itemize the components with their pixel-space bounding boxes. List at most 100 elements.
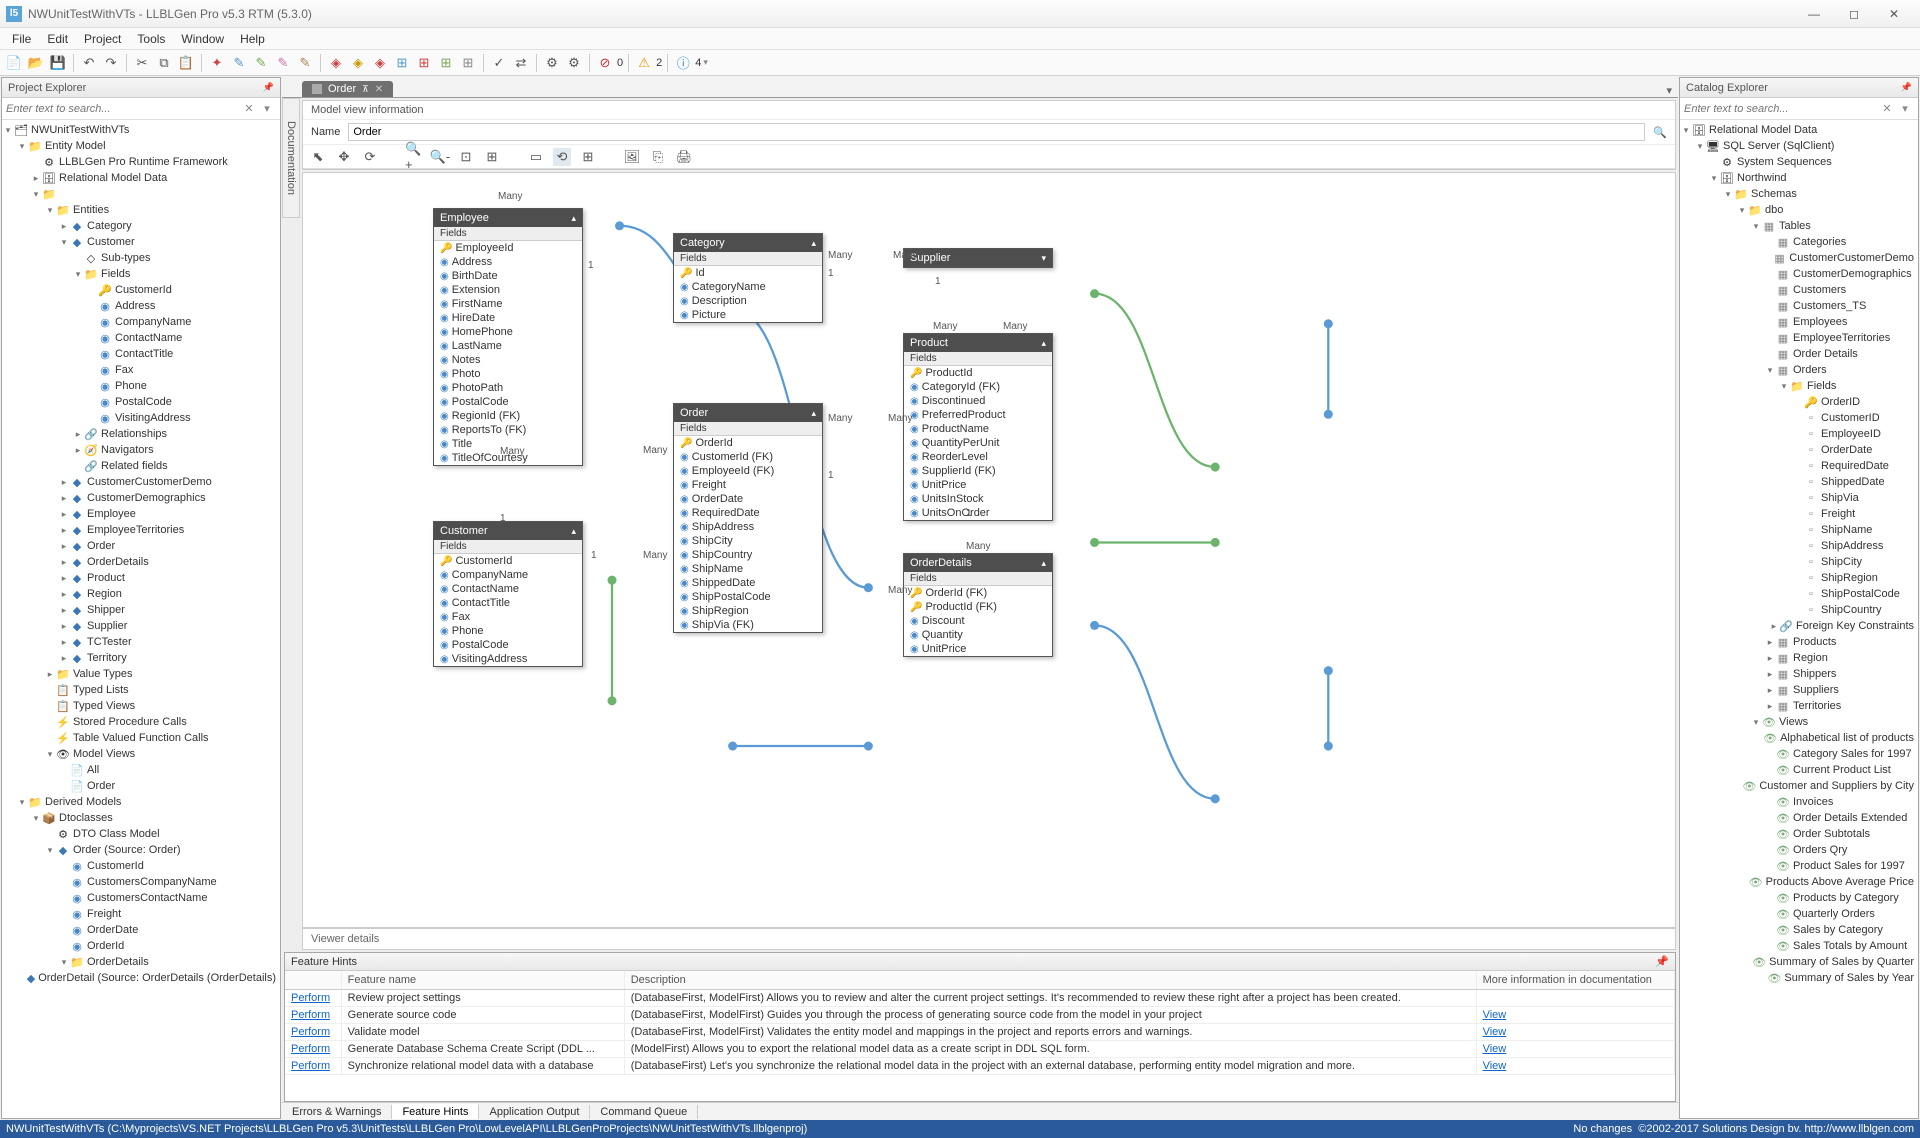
tree-item[interactable]: ▸◆OrderDetails — [2, 554, 280, 570]
panel-pin-icon[interactable]: 📌 — [263, 82, 274, 93]
tree-item[interactable]: ▾📁OrderDetails — [2, 954, 280, 970]
edit-icon[interactable]: ✎ — [229, 53, 249, 73]
maximize-button[interactable]: ◻ — [1834, 4, 1874, 24]
tree-item[interactable]: ▾🗄Northwind — [1680, 170, 1918, 186]
tree-item[interactable]: ▫ShippedDate — [1680, 474, 1918, 490]
menu-window[interactable]: Window — [173, 30, 232, 48]
tree-item[interactable]: ▫ShipCountry — [1680, 602, 1918, 618]
print-icon[interactable]: 🖨 — [675, 148, 693, 166]
tree-item[interactable]: ◉ContactName — [2, 330, 280, 346]
tree-item[interactable]: ▸◆CustomerCustomerDemo — [2, 474, 280, 490]
tree-item[interactable]: ▫ShipName — [1680, 522, 1918, 538]
zoomin-icon[interactable]: 🔍+ — [405, 148, 423, 166]
tree-item[interactable]: 👁Products Above Average Price — [1680, 874, 1918, 890]
tab-order[interactable]: Order⊼✕ — [302, 81, 393, 97]
tree-item[interactable]: ▸🗄Relational Model Data — [2, 170, 280, 186]
tree-item[interactable]: ▫RequiredDate — [1680, 458, 1918, 474]
tree-item[interactable]: ▾📁Fields — [1680, 378, 1918, 394]
tree-item[interactable]: ▾📁Entity Model — [2, 138, 280, 154]
tree-item[interactable]: 👁Products by Category — [1680, 890, 1918, 906]
entity-orderdetails[interactable]: OrderDetails▴Fields🔑OrderId (FK)🔑Product… — [903, 553, 1053, 657]
tree-item[interactable]: ▦Employees — [1680, 314, 1918, 330]
project-search-input[interactable] — [6, 103, 240, 115]
gear2-icon[interactable]: ⚙ — [564, 53, 584, 73]
tree-item[interactable]: ▸◆Region — [2, 586, 280, 602]
tree-item[interactable]: ▸🔗Foreign Key Constraints — [1680, 618, 1918, 634]
tree-item[interactable]: ▾📁Schemas — [1680, 186, 1918, 202]
tree-item[interactable]: ⚡Table Valued Function Calls — [2, 730, 280, 746]
tree-item[interactable]: 👁Customer and Suppliers by City — [1680, 778, 1918, 794]
bottom-tab[interactable]: Command Queue — [590, 1105, 698, 1119]
close-button[interactable]: ✕ — [1874, 4, 1914, 24]
tree-item[interactable]: 👁Invoices — [1680, 794, 1918, 810]
entity-customer[interactable]: Customer▴Fields🔑CustomerId◉CompanyName◉C… — [433, 521, 583, 667]
tree-item[interactable]: ▸▦Shippers — [1680, 666, 1918, 682]
panel-pin3-icon[interactable]: 📌 — [1901, 82, 1912, 93]
tree-item[interactable]: 👁Sales by Category — [1680, 922, 1918, 938]
link[interactable]: View — [1476, 1024, 1674, 1041]
collapse-icon[interactable]: ▴ — [571, 213, 576, 224]
menu-project[interactable]: Project — [76, 30, 129, 48]
tree-item[interactable]: ▫ShipCity — [1680, 554, 1918, 570]
tree-item[interactable]: ▸◆EmployeeTerritories — [2, 522, 280, 538]
tree-item[interactable]: ⚙System Sequences — [1680, 154, 1918, 170]
grid2-icon[interactable]: ⊞ — [414, 53, 434, 73]
tree-item[interactable]: ▸◆CustomerDemographics — [2, 490, 280, 506]
tree-item[interactable]: ▦Customers_TS — [1680, 298, 1918, 314]
tree-item[interactable]: ▫Freight — [1680, 506, 1918, 522]
tree-item[interactable]: ▸◆Category — [2, 218, 280, 234]
tree-item[interactable]: ◉CustomersCompanyName — [2, 874, 280, 890]
save-icon[interactable]: 💾 — [48, 53, 68, 73]
tree-item[interactable]: ◆OrderDetail (Source: OrderDetails (Orde… — [2, 970, 280, 986]
collapse-icon[interactable]: ▴ — [811, 408, 816, 419]
copy-icon[interactable]: ⧉ — [154, 53, 174, 73]
undo-icon[interactable]: ↶ — [79, 53, 99, 73]
tree-item[interactable]: ▾▦Tables — [1680, 218, 1918, 234]
panel-pin2-icon[interactable]: 📌 — [1655, 955, 1669, 968]
tree-item[interactable]: ▦EmployeeTerritories — [1680, 330, 1918, 346]
tree-item[interactable]: 🔑CustomerId — [2, 282, 280, 298]
tree-item[interactable]: ▦CustomerCustomerDemo — [1680, 250, 1918, 266]
catalog-tree[interactable]: ▾🗄Relational Model Data▾🖥SQL Server (Sql… — [1680, 120, 1918, 1118]
tree-item[interactable]: ◉OrderId — [2, 938, 280, 954]
rect-icon[interactable]: ▭ — [527, 148, 545, 166]
warn-badge-icon[interactable]: ⚠ — [634, 53, 654, 73]
tree-item[interactable]: ▾🗂NWUnitTestWithVTs — [2, 122, 280, 138]
cut-icon[interactable]: ✂ — [132, 53, 152, 73]
diagram-canvas[interactable]: Employee▴Fields🔑EmployeeId◉Address◉Birth… — [302, 172, 1676, 928]
tree-item[interactable]: 📋Typed Lists — [2, 682, 280, 698]
tree-item[interactable]: ▾◆Customer — [2, 234, 280, 250]
search-dd2-icon[interactable]: ▾ — [1896, 100, 1914, 118]
collapse-icon[interactable]: ▾ — [1041, 253, 1046, 264]
bullet3-icon[interactable]: ◈ — [370, 53, 390, 73]
tree-item[interactable]: ▾🖥SQL Server (SqlClient) — [1680, 138, 1918, 154]
tree-item[interactable]: ▾📦Dtoclasses — [2, 810, 280, 826]
tab-overflow-icon[interactable]: ▾ — [1660, 84, 1678, 97]
menu-tools[interactable]: Tools — [129, 30, 173, 48]
tree-item[interactable]: ▸◆Employee — [2, 506, 280, 522]
entity-employee[interactable]: Employee▴Fields🔑EmployeeId◉Address◉Birth… — [433, 208, 583, 466]
feature-hints-table[interactable]: Feature nameDescriptionMore information … — [285, 971, 1675, 1075]
tree-item[interactable]: ▫EmployeeID — [1680, 426, 1918, 442]
search-clear-icon[interactable]: ✕ — [240, 100, 258, 118]
tree-item[interactable]: ▾👁Views — [1680, 714, 1918, 730]
tree-item[interactable]: 👁Product Sales for 1997 — [1680, 858, 1918, 874]
rotate-icon[interactable]: ⟳ — [361, 148, 379, 166]
tree-item[interactable]: ▸◆Order — [2, 538, 280, 554]
catalog-search-input[interactable] — [1684, 103, 1878, 115]
tree-item[interactable]: 👁Sales Totals by Amount — [1680, 938, 1918, 954]
tree-item[interactable]: ◉VisitingAddress — [2, 410, 280, 426]
entity-supplier[interactable]: Supplier▾ — [903, 248, 1053, 268]
paste-icon[interactable]: 📋 — [176, 53, 196, 73]
tree-item[interactable]: ▾▦Orders — [1680, 362, 1918, 378]
entity-order[interactable]: Order▴Fields🔑OrderId◉CustomerId (FK)◉Emp… — [673, 403, 823, 633]
tree-item[interactable]: ▸🔗Relationships — [2, 426, 280, 442]
tree-item[interactable]: ▾📁dbo — [1680, 202, 1918, 218]
tree-item[interactable]: ▾📁Fields — [2, 266, 280, 282]
link[interactable]: Perform — [285, 1024, 341, 1041]
tree-item[interactable]: ▾◆Order (Source: Order) — [2, 842, 280, 858]
collapse-icon[interactable]: ▴ — [1041, 338, 1046, 349]
link[interactable]: Perform — [285, 990, 341, 1007]
tree-item[interactable]: ▦Customers — [1680, 282, 1918, 298]
tree-item[interactable]: ▫OrderDate — [1680, 442, 1918, 458]
